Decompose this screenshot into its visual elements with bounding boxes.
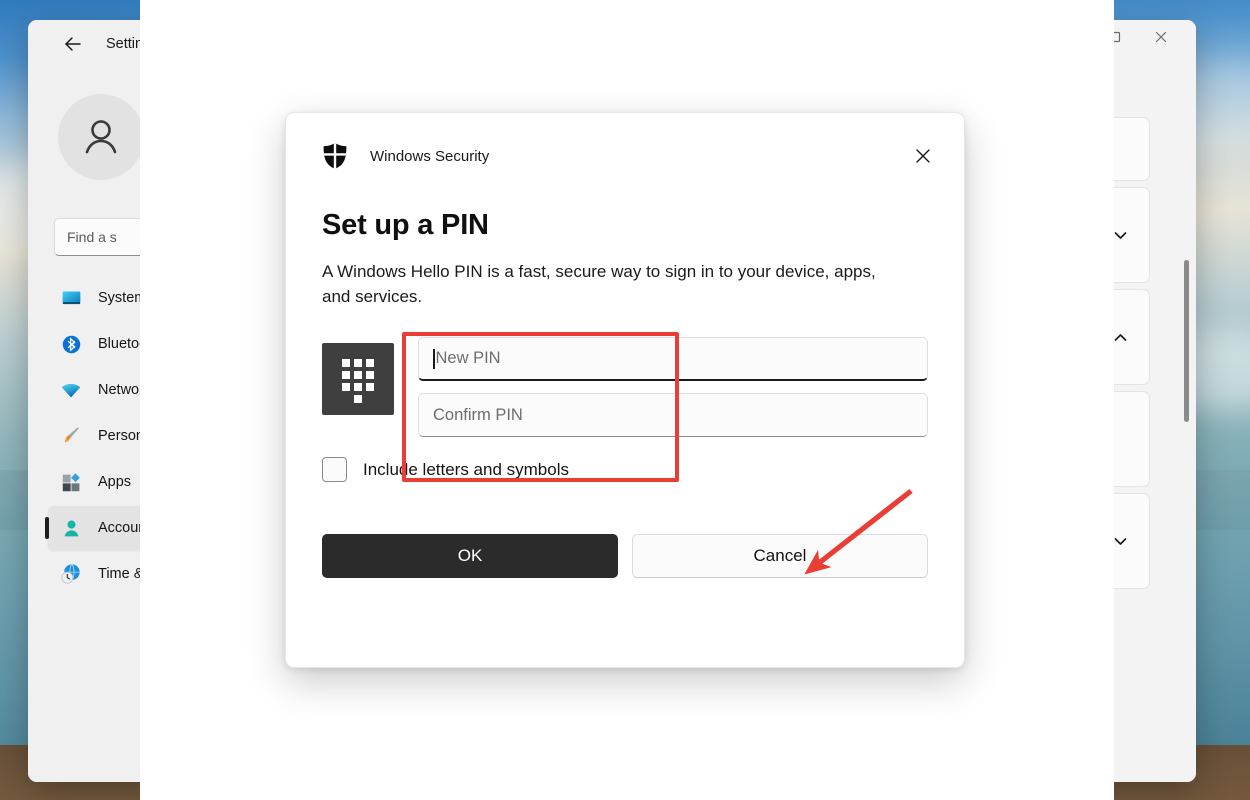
search-input-value: Find a s: [67, 229, 117, 245]
avatar: [58, 94, 144, 180]
monitor-icon: [60, 287, 82, 309]
apps-icon: [60, 471, 82, 493]
screen: Settings User Find a s: [0, 0, 1250, 800]
wifi-icon: [60, 379, 82, 401]
include-letters-checkbox-row[interactable]: Include letters and symbols: [286, 437, 964, 483]
dialog-button-row: OK Cancel: [286, 482, 964, 579]
bluetooth-icon: [60, 333, 82, 355]
pin-entry-row: New PIN Confirm PIN: [286, 309, 964, 438]
shield-icon: [322, 142, 348, 170]
scrollbar-thumb[interactable]: [1184, 260, 1189, 422]
clock-globe-icon: [60, 563, 82, 585]
windows-security-dialog: Windows Security Set up a PIN A Windows …: [285, 112, 965, 668]
dialog-description: A Windows Hello PIN is a fast, secure wa…: [322, 262, 876, 306]
confirm-pin-input[interactable]: Confirm PIN: [418, 393, 928, 438]
text-caret: [433, 348, 435, 369]
keypad-icon: [322, 343, 394, 416]
ok-button[interactable]: OK: [322, 534, 618, 579]
back-arrow-icon[interactable]: [58, 29, 88, 59]
include-letters-checkbox[interactable]: [322, 457, 347, 483]
vertical-scrollbar[interactable]: [1183, 170, 1189, 650]
person-icon: [60, 517, 82, 539]
pin-fields: New PIN Confirm PIN: [418, 337, 928, 438]
new-pin-input[interactable]: New PIN: [418, 337, 928, 382]
new-pin-placeholder: New PIN: [435, 349, 501, 368]
sidebar-item-label: Apps: [98, 474, 132, 490]
dialog-header: Windows Security: [286, 113, 964, 173]
include-letters-label: Include letters and symbols: [363, 459, 569, 479]
dialog-app-name: Windows Security: [370, 147, 490, 165]
confirm-pin-placeholder: Confirm PIN: [433, 405, 523, 424]
close-icon[interactable]: [906, 139, 940, 173]
paintbrush-icon: [60, 425, 82, 447]
dialog-title: Set up a PIN: [322, 209, 489, 241]
close-icon[interactable]: [1138, 20, 1184, 54]
cancel-button[interactable]: Cancel: [632, 534, 928, 579]
